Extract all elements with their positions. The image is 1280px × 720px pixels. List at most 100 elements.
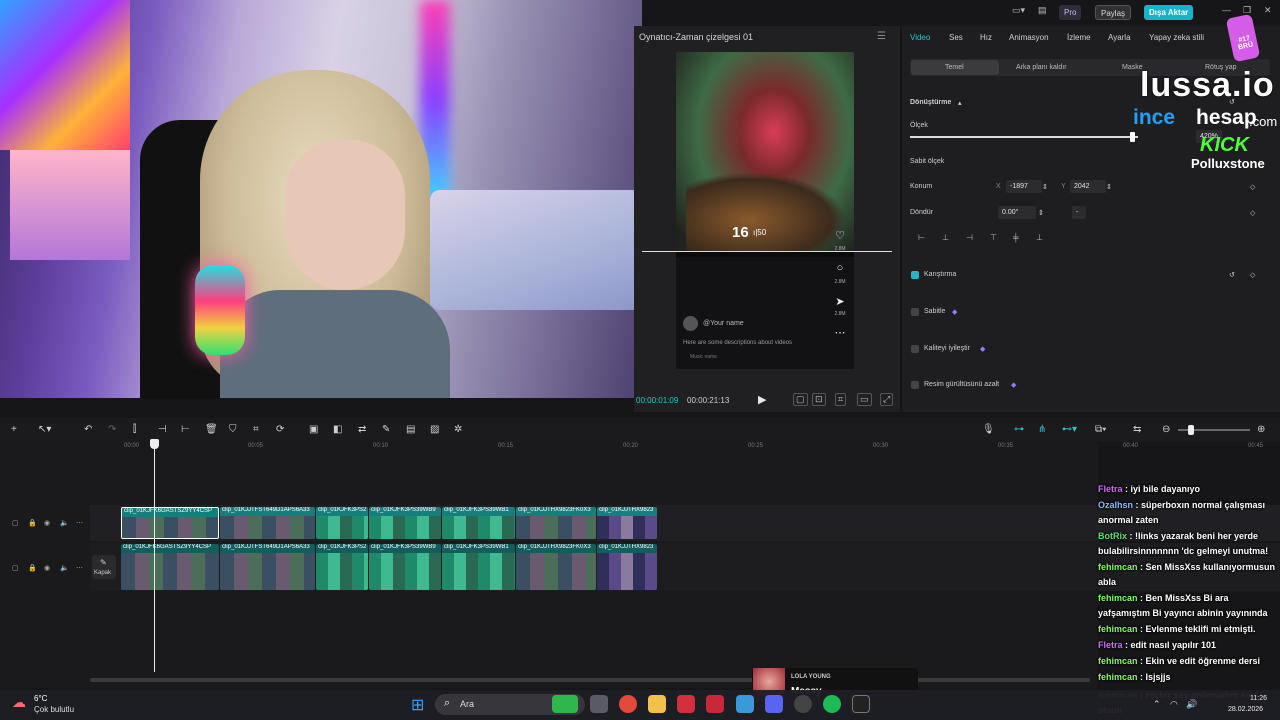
timeline-clip[interactable]: clip_01KJFK3PS2 — [316, 507, 368, 539]
magic-icon[interactable]: ✎ — [382, 424, 390, 435]
keyframe-icon[interactable]: ◇ — [1250, 209, 1255, 217]
eye-icon[interactable]: ◉ — [44, 564, 50, 572]
zoom-in-icon[interactable]: ⊕ — [1257, 424, 1265, 435]
eye-icon[interactable]: ◉ — [44, 519, 50, 527]
tab-ai-style[interactable]: Yapay zeka stili — [1149, 33, 1204, 42]
subtitle-icon[interactable]: ▤ — [406, 424, 415, 435]
minimize-icon[interactable]: — — [1222, 5, 1231, 15]
fullscreen-icon[interactable]: ⤢ — [880, 393, 894, 406]
marker-icon[interactable]: ⛉ — [229, 424, 237, 435]
link-icon[interactable]: ⊶ — [1014, 424, 1024, 435]
image-edit-icon[interactable]: ▨ — [430, 424, 439, 435]
task-view-icon[interactable] — [590, 695, 608, 713]
timeline-clip[interactable]: clip_01KJJTHX9823FK0X3 — [516, 544, 596, 590]
align-left-icon[interactable]: ⊢ — [918, 233, 925, 242]
transform-icon[interactable]: ⟳ — [276, 424, 284, 435]
scale-slider-thumb[interactable] — [1130, 132, 1136, 142]
more-icon[interactable]: ⋯ — [76, 564, 83, 572]
select-tool-icon[interactable]: ↖▾ — [38, 424, 51, 435]
lock-icon[interactable]: 🔒 — [28, 519, 37, 527]
enhance-label[interactable]: Kaliteyi iyileştir — [924, 345, 970, 352]
crop-icon[interactable]: ⌗ — [253, 424, 259, 435]
rotate-field[interactable]: 0.00° — [998, 206, 1036, 219]
split-screen-icon[interactable]: ⇆ — [1133, 424, 1141, 435]
tab-adjust[interactable]: Ayarla — [1108, 33, 1131, 42]
menu-icon[interactable]: ☰ — [877, 31, 886, 42]
flip-field[interactable]: - — [1072, 206, 1086, 219]
stabilize-checkbox[interactable] — [911, 308, 919, 316]
reverse-icon[interactable]: ◧ — [333, 424, 342, 435]
freeze-icon[interactable]: ▣ — [309, 424, 318, 435]
tab-speed[interactable]: Hız — [980, 33, 992, 42]
capcut-icon[interactable] — [852, 695, 870, 713]
align-right-icon[interactable]: ⊣ — [966, 233, 973, 242]
timeline-clip[interactable]: clip_01KJFK6GASTSZ9YY4CSP — [121, 507, 219, 539]
stabilize-label[interactable]: Sabitle — [924, 308, 945, 315]
close-icon[interactable]: ✕ — [1264, 5, 1272, 16]
app-icon[interactable] — [677, 695, 695, 713]
timeline-clip[interactable]: clip_01KJJTHX9823FK0X3 — [516, 507, 596, 539]
stepper-icon[interactable]: ⇕ — [1106, 183, 1112, 191]
tab-audio[interactable]: Ses — [949, 33, 963, 42]
search-highlight-icon[interactable] — [552, 695, 578, 713]
speaker-icon[interactable]: 🔈 — [60, 564, 69, 572]
weather-temp[interactable]: 6°C — [34, 694, 47, 703]
track-toggle-icon[interactable]: ▢ — [12, 564, 19, 572]
blend-label[interactable]: Karıştırma — [924, 271, 956, 278]
timeline-clip[interactable]: clip_01KJJTHX9823 — [597, 544, 657, 590]
ai-icon[interactable]: ✲ — [454, 424, 462, 435]
obs-icon[interactable] — [794, 695, 812, 713]
stepper-icon[interactable]: ⇕ — [1042, 183, 1048, 191]
mirror-icon[interactable]: ⇄ — [358, 424, 366, 435]
play-button[interactable]: ▶ — [758, 393, 766, 406]
wifi-icon[interactable]: ◠ — [1170, 699, 1178, 710]
app-icon[interactable] — [706, 695, 724, 713]
enhance-checkbox[interactable] — [911, 345, 919, 353]
timeline-clip[interactable]: clip_01KJFK3PS2 — [316, 544, 368, 590]
redo-icon[interactable]: ↷ — [108, 424, 116, 435]
stepper-icon[interactable]: ⇕ — [1038, 209, 1044, 217]
scale-slider[interactable] — [910, 136, 1138, 138]
pro-button[interactable]: Pro — [1059, 5, 1082, 20]
lock-icon[interactable]: 🔒 — [28, 564, 37, 572]
share-button[interactable]: Paylaş — [1095, 5, 1132, 20]
windows-start-icon[interactable]: ⊞ — [411, 695, 424, 715]
microphone-icon[interactable]: 🎙 — [982, 424, 995, 435]
denoise-label[interactable]: Resim gürültüsünü azalt — [924, 381, 999, 388]
ratio-icon[interactable]: ▭ — [857, 393, 872, 406]
blend-checkbox[interactable] — [911, 271, 919, 279]
playhead-handle[interactable] — [150, 439, 159, 449]
snap-icon[interactable]: ⊷▾ — [1062, 424, 1077, 435]
timeline-clip[interactable]: clip_01KJJTFST649D1APS6A33 — [220, 544, 315, 590]
timeline-clip[interactable]: clip_01KJFK3PS39WB9 — [369, 544, 441, 590]
spotify-icon[interactable] — [823, 695, 841, 713]
search-placeholder[interactable]: Ara — [460, 699, 474, 709]
align-middle-icon[interactable]: ╪ — [1013, 233, 1019, 242]
subtab-basic[interactable]: Temel — [945, 64, 964, 71]
timeline-clip[interactable]: clip_01KJFK3PS39WB1 — [442, 544, 515, 590]
discord-icon[interactable] — [765, 695, 783, 713]
export-button[interactable]: Dışa Aktar — [1144, 5, 1194, 20]
zoom-out-icon[interactable]: ⊖ — [1162, 424, 1170, 435]
quality-icon[interactable]: ⊡ — [812, 393, 826, 406]
timeline-clip[interactable]: clip_01KJFK3PS39WB1 — [442, 507, 515, 539]
weather-icon[interactable]: ☁ — [12, 694, 26, 711]
timeline-clip[interactable]: clip_01KJJTHX9823 — [597, 507, 657, 539]
track-toggle-icon[interactable]: ▢ — [12, 519, 19, 527]
timeline-clip[interactable]: clip_01KJFK3PS39WB9 — [369, 507, 441, 539]
clock-time[interactable]: 11:26 — [1250, 695, 1267, 702]
volume-icon[interactable]: 🔊 — [1186, 699, 1197, 710]
pos-y-field[interactable]: 2042 — [1070, 180, 1106, 193]
layout-icon[interactable]: ▭▾ — [1012, 5, 1025, 16]
more-icon[interactable]: ⋯ — [76, 519, 83, 527]
magnet-icon[interactable]: ⋔ — [1038, 424, 1046, 435]
file-explorer-icon[interactable] — [648, 695, 666, 713]
fit-icon[interactable]: ▢ — [793, 393, 808, 406]
keyframe-icon[interactable]: ◇ — [1250, 271, 1255, 279]
align-center-icon[interactable]: ⊥ — [942, 233, 949, 242]
delete-icon[interactable]: 🗑 — [205, 424, 218, 435]
transform-heading[interactable]: Dönüştürme — [910, 99, 951, 106]
align-bottom-icon[interactable]: ⊥ — [1036, 233, 1043, 242]
denoise-checkbox[interactable] — [911, 381, 919, 389]
playhead[interactable] — [154, 440, 155, 672]
